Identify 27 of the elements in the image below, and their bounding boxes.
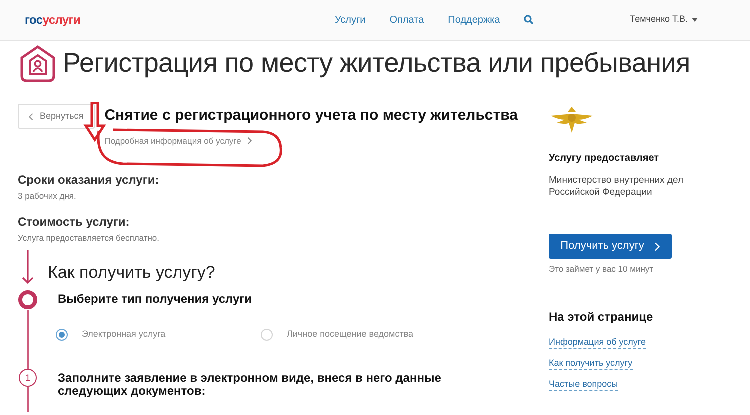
logo[interactable]: госуслуги bbox=[25, 11, 295, 29]
info-value: Услуга предоставляется бесплатно. bbox=[18, 232, 160, 245]
step-title: Заполните заявление в электронном виде, внеся в него данные следующих документов: bbox=[58, 370, 442, 398]
info-label: Стоимость услуги: bbox=[18, 214, 131, 231]
page-link[interactable]: Частые вопросы bbox=[549, 378, 618, 391]
details-link[interactable]: Подробная информация об услуге bbox=[104, 134, 518, 148]
radio-label: Личное посещение ведомства bbox=[287, 328, 414, 341]
nav-link[interactable]: Оплата bbox=[390, 12, 424, 28]
page-link[interactable]: Как получить услугу bbox=[549, 356, 633, 370]
step-number: 1 bbox=[19, 369, 37, 388]
nav-link[interactable]: Услуги bbox=[335, 12, 366, 28]
provider-label: Услугу предоставляет bbox=[549, 152, 660, 166]
nav-link[interactable]: Поддержка bbox=[448, 12, 500, 28]
info-value: 3 рабочих дня. bbox=[18, 190, 78, 203]
get-service-button[interactable]: Получить услугу bbox=[549, 234, 672, 259]
on-page-title: На этой странице bbox=[549, 308, 654, 326]
page-link[interactable]: Информация об услуге bbox=[549, 336, 646, 349]
section-title: Как получить услугу? bbox=[48, 262, 216, 284]
info-label: Сроки оказания услуги: bbox=[18, 172, 160, 190]
provider-name: Министерство внутренних дел Российской Федерации bbox=[549, 175, 685, 199]
button-note: Это займет у вас 10 минут bbox=[549, 263, 655, 276]
user-menu[interactable]: Темченко Т.В. bbox=[630, 13, 698, 27]
radio-label: Электронная услуга bbox=[82, 328, 166, 341]
page-title: Регистрация по месту жительства или пребывания bbox=[63, 47, 690, 80]
service-title: Снятие с регистрационного учета по месту жительства bbox=[104, 106, 518, 126]
step-title: Выберите тип получения услуги bbox=[58, 290, 254, 306]
back-button[interactable]: Вернуться bbox=[18, 104, 95, 129]
